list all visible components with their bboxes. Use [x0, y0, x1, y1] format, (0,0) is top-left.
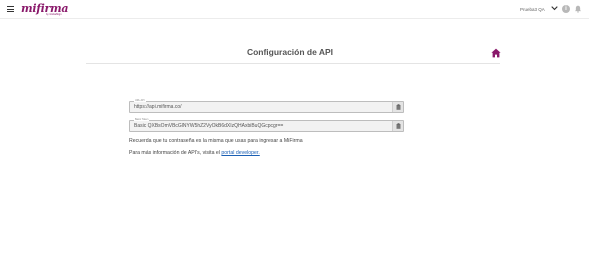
info-icon[interactable]: i: [562, 5, 570, 13]
api-url-input[interactable]: [134, 104, 389, 111]
api-url-field: URL API: [129, 99, 404, 113]
hamburger-menu-icon[interactable]: [7, 6, 14, 12]
account-name[interactable]: Prueba3 QA: [520, 7, 545, 12]
bell-icon[interactable]: [574, 5, 582, 13]
mifirma-logo[interactable]: mifirma by GlobalSign: [21, 2, 69, 16]
title-divider: [86, 63, 500, 64]
developer-info-text: Para más información de API's, visita el…: [129, 150, 260, 156]
copy-api-url-button[interactable]: [392, 102, 403, 112]
clipboard-icon: [396, 104, 401, 110]
authorization-label: Basic Token: [134, 118, 150, 121]
developer-portal-link[interactable]: portal developer.: [221, 150, 259, 156]
api-url-label: URL API: [134, 99, 146, 102]
copy-authorization-button[interactable]: [392, 121, 403, 131]
authorization-input[interactable]: [134, 123, 389, 130]
clipboard-icon: [396, 123, 401, 129]
logo-tagline: by GlobalSign: [46, 13, 62, 16]
developer-info-prefix: Para más información de API's, visita el: [129, 150, 220, 156]
authorization-field: Basic Token: [129, 118, 404, 132]
password-reminder-text: Recuerda que tu contraseña es la misma q…: [129, 138, 303, 144]
home-icon[interactable]: [491, 48, 501, 58]
top-navigation-bar: mifirma by GlobalSign Prueba3 QA i: [0, 0, 589, 19]
chevron-down-icon[interactable]: [551, 5, 558, 11]
